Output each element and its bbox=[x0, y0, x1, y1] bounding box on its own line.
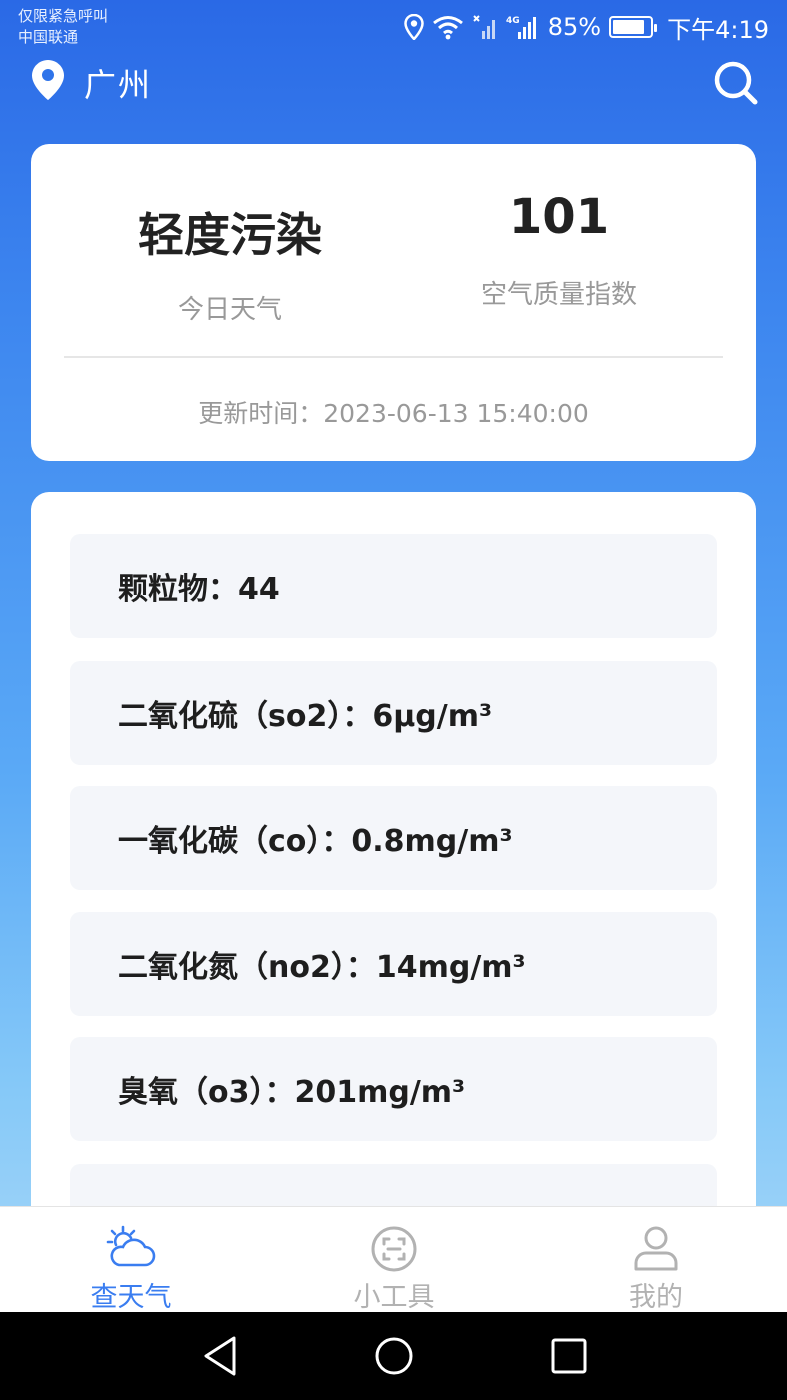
update-time-label: 更新时间： bbox=[198, 399, 324, 428]
battery-percent: 85% bbox=[547, 13, 602, 41]
card-divider bbox=[64, 356, 723, 358]
tab-weather-label: 查天气 bbox=[90, 1282, 172, 1313]
tab-tools[interactable]: 小工具 bbox=[294, 1207, 494, 1313]
system-navigation-bar bbox=[0, 1312, 787, 1400]
top-bar: 广州 bbox=[0, 56, 787, 106]
list-item-no2: 二氧化氮（no2）：14mg/m³ bbox=[70, 912, 717, 1016]
signal-off-icon bbox=[473, 15, 495, 39]
tab-profile-label: 我的 bbox=[629, 1282, 683, 1313]
search-icon[interactable] bbox=[713, 60, 759, 106]
update-time-value: 2023-06-13 15:40:00 bbox=[323, 399, 589, 428]
recents-icon[interactable] bbox=[549, 1334, 589, 1378]
pollution-level-caption: 今日天气 bbox=[177, 295, 282, 325]
back-icon[interactable] bbox=[200, 1334, 240, 1378]
aqi-caption: 空气质量指数 bbox=[480, 280, 637, 310]
list-item-particulate: 颗粒物：44 bbox=[70, 534, 717, 638]
battery-icon bbox=[609, 16, 658, 38]
clock: 下午4:19 bbox=[667, 15, 769, 44]
update-time-row: 更新时间：2023-06-13 15:40:00 bbox=[31, 394, 756, 430]
weather-cloud-sun-icon bbox=[106, 1225, 156, 1267]
status-bar: 仅限紧急呼叫 中国联通 4G 85% 下午4:19 bbox=[0, 0, 787, 56]
aqi-summary-card: 轻度污染 今日天气 101 空气质量指数 更新时间：2023-06-13 15:… bbox=[31, 144, 756, 461]
signal-4g-icon: 4G bbox=[506, 16, 536, 39]
carrier-line-emergency: 仅限紧急呼叫 bbox=[18, 7, 109, 25]
list-item-o3: 臭氧（o3）：201mg/m³ bbox=[70, 1037, 717, 1141]
location-status-icon bbox=[403, 14, 424, 40]
pollutant-list[interactable]: 颗粒物：44 二氧化硫（so2）：6μg/m³ 一氧化碳（co）：0.8mg/m… bbox=[31, 492, 756, 1252]
status-indicators: 4G 85% 下午4:19 bbox=[403, 10, 769, 44]
tab-profile[interactable]: 我的 bbox=[556, 1207, 756, 1313]
tab-tools-label: 小工具 bbox=[353, 1282, 435, 1313]
wifi-icon bbox=[432, 16, 463, 40]
tab-weather[interactable]: 查天气 bbox=[31, 1207, 231, 1313]
carrier-line-name: 中国联通 bbox=[18, 28, 79, 46]
battery-fill bbox=[613, 20, 644, 34]
network-type-label: 4G bbox=[506, 16, 520, 26]
aqi-value: 101 bbox=[508, 189, 610, 245]
map-pin-icon bbox=[32, 60, 64, 100]
bottom-nav: 查天气 小工具 我的 bbox=[0, 1206, 787, 1313]
scan-tool-icon bbox=[371, 1226, 417, 1272]
city-name[interactable]: 广州 bbox=[84, 60, 152, 106]
home-icon[interactable] bbox=[373, 1334, 415, 1378]
carrier-info: 仅限紧急呼叫 中国联通 bbox=[18, 6, 108, 48]
user-profile-icon bbox=[634, 1226, 678, 1271]
pollution-level: 轻度污染 bbox=[138, 208, 322, 262]
list-item-so2: 二氧化硫（so2）：6μg/m³ bbox=[70, 661, 717, 765]
list-item-co: 一氧化碳（co）：0.8mg/m³ bbox=[70, 786, 717, 890]
